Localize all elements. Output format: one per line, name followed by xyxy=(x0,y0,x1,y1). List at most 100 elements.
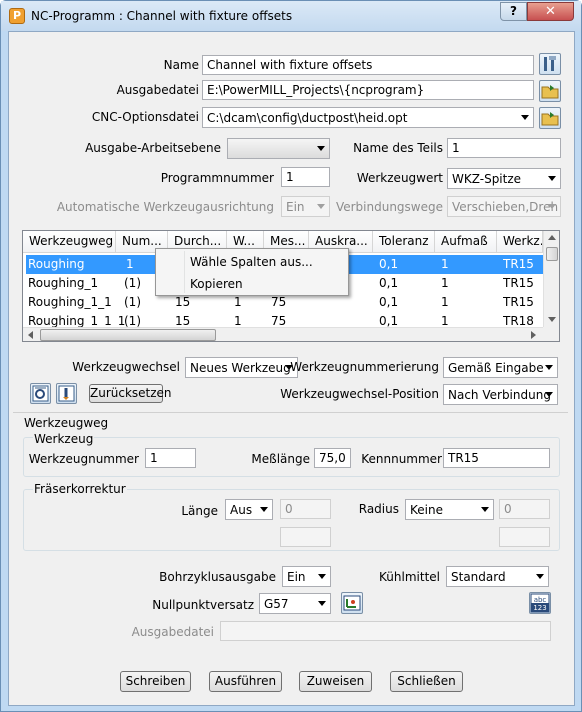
arbeitsebene-select[interactable] xyxy=(227,138,330,159)
table-cell: 1 xyxy=(441,276,449,290)
ausgabedatei-field[interactable]: E:\PowerMILL_Projects\{ncprogram} xyxy=(202,80,534,100)
help-button[interactable]: ? xyxy=(500,2,527,21)
table-cell: 1 xyxy=(441,257,449,271)
nummerierung-select[interactable]: Gemäß Eingabe xyxy=(443,357,558,378)
folder-icon[interactable] xyxy=(539,80,561,102)
table-cell: Roughing_1_1 xyxy=(28,295,112,309)
verbindungswege-select[interactable]: Verschieben,Dreh xyxy=(447,196,561,217)
laenge-label: Länge xyxy=(181,504,218,518)
ausrichtung-value: Ein xyxy=(286,200,305,214)
column-header[interactable]: Toleranz xyxy=(373,231,435,253)
horizontal-scrollbar[interactable] xyxy=(23,327,543,341)
cnc-optionsdatei-select[interactable]: C:\dcam\config\ductpost\heid.opt xyxy=(202,107,534,128)
zuweisen-button[interactable]: Zuweisen xyxy=(299,671,372,692)
radius-select[interactable]: Keine xyxy=(405,499,494,520)
nummerierung-value: Gemäß Eingabe xyxy=(448,361,544,375)
table-cell: TR15 xyxy=(503,257,534,271)
table-cell: TR15 xyxy=(503,295,534,309)
context-menu: Wähle Spalten aus... Kopieren xyxy=(155,248,349,296)
chevron-down-icon xyxy=(318,601,326,606)
bohrzyklus-label: Bohrzyklusausgabe xyxy=(159,570,276,584)
kennnummer-label: Kennnummer xyxy=(361,452,442,466)
scroll-down-icon[interactable] xyxy=(548,317,556,322)
werkzeugwechsel-label: Werkzeugwechsel xyxy=(72,360,180,374)
scroll-thumb[interactable] xyxy=(546,247,558,261)
close-icon: ✕ xyxy=(545,4,556,19)
column-header[interactable]: Werkzeugweg xyxy=(23,231,116,253)
close-button[interactable]: ✕ xyxy=(527,2,574,21)
chevron-down-icon xyxy=(548,176,556,181)
menu-item-select-columns[interactable]: Wähle Spalten aus... xyxy=(190,254,313,270)
programmnummer-field[interactable]: 1 xyxy=(281,167,330,187)
radius-label: Radius xyxy=(358,502,399,516)
laenge-value: Aus xyxy=(230,503,253,517)
ausrichtung-select[interactable]: Ein xyxy=(281,196,330,217)
kuehlmittel-select[interactable]: Standard xyxy=(446,566,549,587)
verbindungswege-value: Verschieben,Dreh xyxy=(452,200,559,214)
chevron-down-icon xyxy=(545,392,553,397)
verbindungswege-label: Verbindungswege xyxy=(335,200,443,214)
window-title: NC-Programm : Channel with fixture offse… xyxy=(31,9,293,23)
werkzeugwert-select[interactable]: WKZ-Spitze xyxy=(447,168,561,189)
chevron-down-icon xyxy=(481,507,489,512)
laenge-num-field[interactable]: 0 xyxy=(280,499,331,519)
messlaenge-field[interactable]: 75,0 xyxy=(314,448,351,468)
table-cell: (1) xyxy=(124,276,141,290)
ausrichtung-label: Automatische Werkzeugausrichtung xyxy=(56,200,274,214)
wechsel-position-select[interactable]: Nach Verbindung xyxy=(443,384,558,405)
bohrzyklus-select[interactable]: Ein xyxy=(282,566,331,587)
svg-text:123: 123 xyxy=(533,604,546,612)
radius-num-field[interactable]: 0 xyxy=(499,499,550,519)
schliessen-button[interactable]: Schließen xyxy=(390,671,463,692)
nullpunkt-value: G57 xyxy=(264,597,289,611)
abc-123-icon[interactable]: abc 123 xyxy=(529,592,551,614)
tool-list-icon[interactable] xyxy=(56,383,77,404)
scroll-left-icon[interactable] xyxy=(28,331,33,339)
teil-field[interactable]: 1 xyxy=(447,138,561,158)
ausgabedatei2-field[interactable] xyxy=(220,621,551,641)
workplane-icon[interactable] xyxy=(341,592,363,614)
laenge-select[interactable]: Aus xyxy=(225,499,273,520)
wechsel-position-value: Nach Verbindung xyxy=(448,388,551,402)
table-cell: 1 xyxy=(441,295,449,309)
kuehlmittel-label: Kühlmittel xyxy=(379,570,440,584)
scroll-right-icon[interactable] xyxy=(531,331,536,339)
arbeitsebene-label: Ausgabe-Arbeitsebene xyxy=(85,141,221,155)
table-cell: 1 xyxy=(126,257,134,271)
werkzeugwechsel-value: Neues Werkzeug xyxy=(190,361,291,375)
kuehlmittel-value: Standard xyxy=(451,570,506,584)
table-cell: (1) xyxy=(124,295,141,309)
name-label: Name xyxy=(163,58,199,72)
bohrzyklus-value: Ein xyxy=(287,570,306,584)
table-settings-icon[interactable] xyxy=(30,383,51,404)
scroll-up-icon[interactable] xyxy=(548,235,556,240)
cnc-optionsdatei-label: CNC-Optionsdatei xyxy=(91,110,199,124)
scroll-thumb[interactable] xyxy=(40,329,216,341)
ausgabedatei-label: Ausgabedatei xyxy=(116,83,199,97)
fraeserkorrektur-title: Fräserkorrektur xyxy=(33,481,127,497)
name-field[interactable]: Channel with fixture offsets xyxy=(202,55,534,75)
nullpunkt-label: Nullpunktversatz xyxy=(152,598,254,612)
column-header[interactable]: Aufmaß xyxy=(435,231,497,253)
werkzeugwechsel-select[interactable]: Neues Werkzeug xyxy=(185,357,298,378)
menu-item-copy[interactable]: Kopieren xyxy=(190,276,243,292)
nummerierung-label: Werkzeugnummerierung xyxy=(290,360,439,374)
nullpunkt-select[interactable]: G57 xyxy=(259,593,331,614)
column-header[interactable]: Werkz... xyxy=(497,231,543,253)
laenge-extra-field[interactable] xyxy=(280,527,331,547)
werkzeug-group-title: Werkzeug xyxy=(33,431,95,447)
folder-icon[interactable] xyxy=(539,107,561,129)
reset-button[interactable]: Zurücksetzen xyxy=(89,384,172,403)
kennnummer-field[interactable]: TR15 xyxy=(443,448,550,468)
table-cell: TR15 xyxy=(503,276,534,290)
vertical-scrollbar[interactable] xyxy=(543,231,559,327)
schreiben-button[interactable]: Schreiben xyxy=(120,671,191,692)
teil-label: Name des Teils xyxy=(353,141,443,155)
werkzeugnummer-field[interactable]: 1 xyxy=(145,448,196,468)
radius-value: Keine xyxy=(410,503,443,517)
context-menu-gutter xyxy=(184,251,185,293)
title-bar[interactable]: P NC-Programm : Channel with fixture off… xyxy=(1,1,581,31)
tools-icon[interactable] xyxy=(539,53,561,75)
ausfuehren-button[interactable]: Ausführen xyxy=(209,671,282,692)
radius-extra-field[interactable] xyxy=(499,527,550,547)
